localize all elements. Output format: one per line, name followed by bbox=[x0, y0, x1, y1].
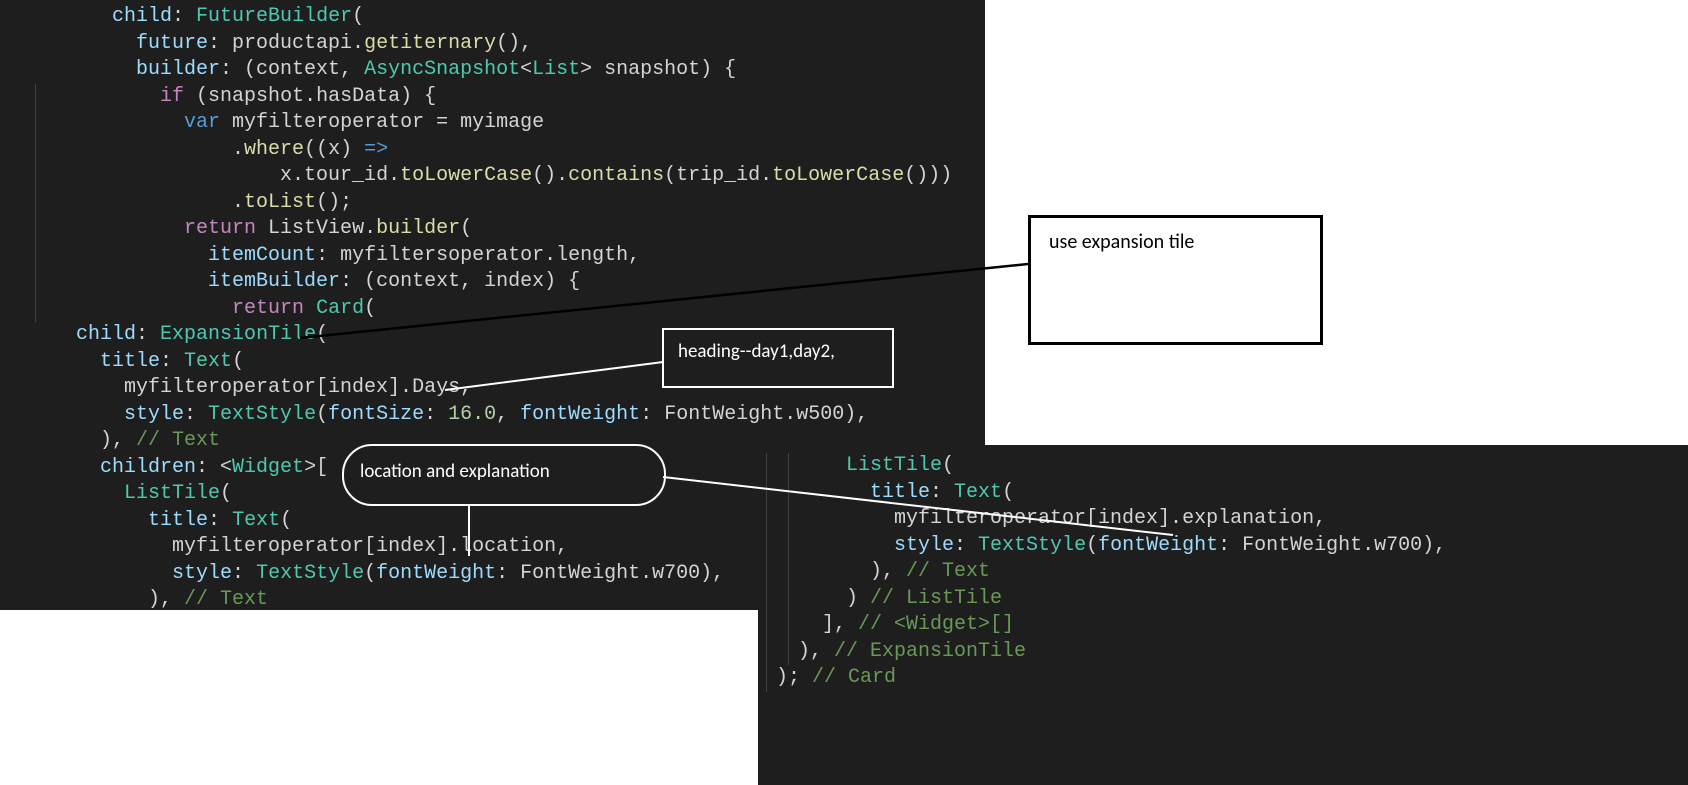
code-line: ListTile( bbox=[758, 453, 1688, 480]
code-line: var myfilteroperator = myimage bbox=[0, 110, 985, 137]
annotation-heading: heading--day1,day2, bbox=[662, 328, 894, 388]
code-line: ], // <Widget>[] bbox=[758, 612, 1688, 639]
code-line: ), // ExpansionTile bbox=[758, 639, 1688, 666]
code-line: .where((x) => bbox=[0, 137, 985, 164]
code-line: builder: (context, AsyncSnapshot<List> s… bbox=[0, 57, 985, 84]
code-line: ); // Card bbox=[758, 665, 1688, 692]
code-line: ), // Text bbox=[758, 559, 1688, 586]
annotation-location-explanation: location and explanation bbox=[342, 444, 666, 506]
code-line: if (snapshot.hasData) { bbox=[0, 84, 985, 111]
code-line: myfilteroperator[index].explanation, bbox=[758, 506, 1688, 533]
code-line: ) // ListTile bbox=[758, 586, 1688, 613]
code-line: itemBuilder: (context, index) { bbox=[0, 269, 985, 296]
code-line: future: productapi.getiternary(), bbox=[0, 31, 985, 58]
code-line: title: Text( bbox=[758, 480, 1688, 507]
code-line: child: FutureBuilder( bbox=[0, 4, 985, 31]
code-line: style: TextStyle(fontSize: 16.0, fontWei… bbox=[0, 402, 985, 429]
annotation-expansion-tile: use expansion tile bbox=[1028, 215, 1323, 345]
code-line: return Card( bbox=[0, 296, 985, 323]
code-line: style: TextStyle(fontWeight: FontWeight.… bbox=[758, 533, 1688, 560]
code-line: return ListView.builder( bbox=[0, 216, 985, 243]
code-panel-right[interactable]: ListTile( title: Text( myfilteroperator[… bbox=[758, 445, 1688, 785]
code-line: x.tour_id.toLowerCase().contains(trip_id… bbox=[0, 163, 985, 190]
code-line: itemCount: myfiltersoperator.length, bbox=[0, 243, 985, 270]
code-line: .toList(); bbox=[0, 190, 985, 217]
